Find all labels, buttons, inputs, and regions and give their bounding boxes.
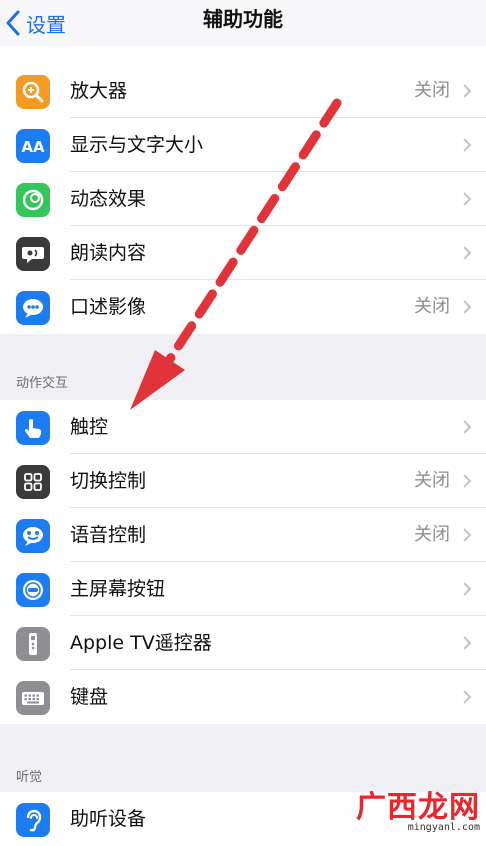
home-button-icon xyxy=(16,573,50,607)
chevron-right-icon xyxy=(463,582,472,596)
chevron-right-icon xyxy=(463,192,472,206)
row-label: 助听设备 xyxy=(70,808,147,830)
aa-text-icon: AA xyxy=(16,129,50,163)
page-title: 辅助功能 xyxy=(203,7,283,31)
row-touch[interactable]: 触控 xyxy=(0,400,486,454)
row-label: 动态效果 xyxy=(70,188,147,210)
row-audio-descriptions[interactable]: 口述影像 关闭 xyxy=(0,280,486,334)
row-switch-control[interactable]: 切换控制 关闭 xyxy=(0,454,486,508)
voice-control-icon xyxy=(16,519,50,553)
remote-icon xyxy=(16,627,50,661)
row-value: 关闭 xyxy=(414,296,450,317)
chevron-right-icon xyxy=(463,474,472,488)
section-header-hearing: 听觉 xyxy=(16,770,43,785)
row-value: 关闭 xyxy=(414,80,450,101)
row-label: 触控 xyxy=(70,416,109,438)
row-home-button[interactable]: 主屏幕按钮 xyxy=(0,562,486,616)
row-label: 口述影像 xyxy=(70,296,147,318)
row-label: 语音控制 xyxy=(70,524,147,546)
chevron-right-icon xyxy=(463,528,472,542)
chevron-right-icon xyxy=(463,690,472,704)
partial-row-above xyxy=(0,46,486,64)
ear-icon xyxy=(16,803,50,837)
quote-bubble-icon xyxy=(16,291,50,325)
row-magnifier[interactable]: 放大器 关闭 xyxy=(0,64,486,118)
row-label: Apple TV遥控器 xyxy=(70,632,212,654)
row-spoken-content[interactable]: 朗读内容 xyxy=(0,226,486,280)
row-value: 关闭 xyxy=(414,470,450,491)
chevron-right-icon xyxy=(463,246,472,260)
row-label: 朗读内容 xyxy=(70,242,147,264)
row-label: 键盘 xyxy=(70,686,109,708)
navigation-bar: 设置 辅助功能 xyxy=(0,0,486,47)
row-label: 显示与文字大小 xyxy=(70,134,204,156)
row-voice-control[interactable]: 语音控制 关闭 xyxy=(0,508,486,562)
physical-group: 触控 切换控制 关闭 语音控制 关闭 主屏幕按钮 Apple TV遥控器 键盘 xyxy=(0,400,486,724)
row-motion[interactable]: 动态效果 xyxy=(0,172,486,226)
section-header-physical: 动作交互 xyxy=(16,376,69,391)
chevron-right-icon xyxy=(463,420,472,434)
svg-text:AA: AA xyxy=(21,138,45,156)
row-display-text-size[interactable]: AA 显示与文字大小 xyxy=(0,118,486,172)
grid-icon xyxy=(16,465,50,499)
speech-bubble-icon xyxy=(16,237,50,271)
chevron-right-icon xyxy=(463,138,472,152)
motion-icon xyxy=(16,183,50,217)
chevron-right-icon xyxy=(463,84,472,98)
row-label: 切换控制 xyxy=(70,470,147,492)
chevron-right-icon xyxy=(463,300,472,314)
row-label: 放大器 xyxy=(70,80,128,102)
chevron-right-icon xyxy=(463,636,472,650)
watermark-text: 广西龙网 xyxy=(356,790,480,825)
hand-pointer-icon xyxy=(16,411,50,445)
vision-group: 放大器 关闭 AA 显示与文字大小 动态效果 朗读内容 口述影像 关闭 xyxy=(0,64,486,334)
keyboard-icon xyxy=(16,681,50,715)
watermark: 广西龙网 mingyanl.com xyxy=(356,782,480,833)
magnifier-icon xyxy=(16,75,50,109)
row-value: 关闭 xyxy=(414,524,450,545)
row-label: 主屏幕按钮 xyxy=(70,578,166,600)
row-keyboards[interactable]: 键盘 xyxy=(0,670,486,724)
row-apple-tv-remote[interactable]: Apple TV遥控器 xyxy=(0,616,486,670)
